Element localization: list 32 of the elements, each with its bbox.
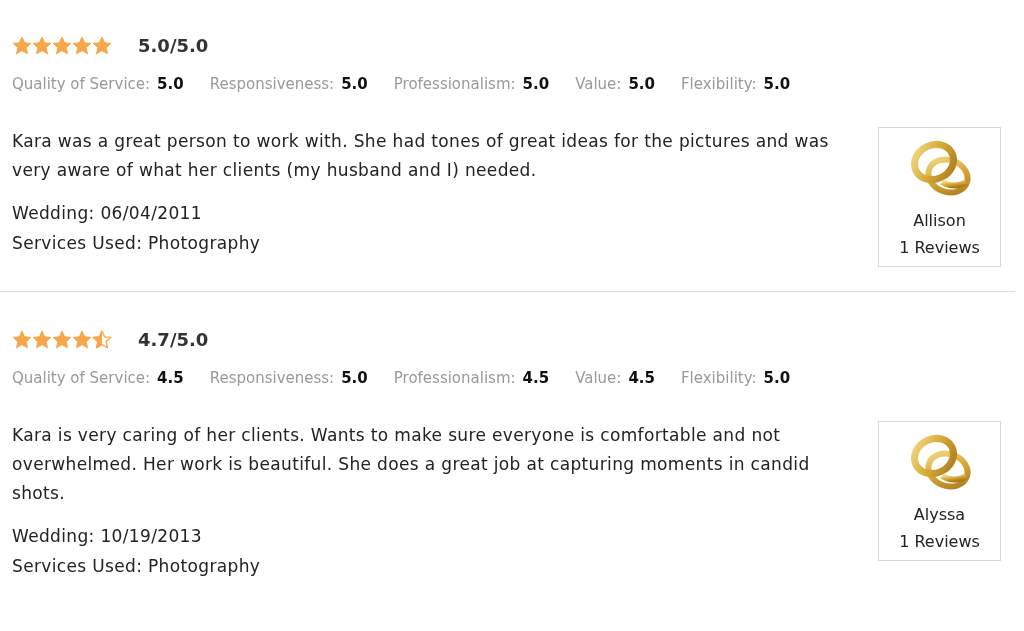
overall-score: 4.7/5.0 xyxy=(138,329,209,351)
rating-label: Quality of Service: xyxy=(12,74,151,94)
rating-label: Flexibility: xyxy=(680,368,757,388)
reviewer-name: Alyssa xyxy=(913,504,966,526)
rating-value: 5.0 xyxy=(522,74,550,94)
rating-value: 4.5 xyxy=(157,368,184,388)
rating-value: 4.5 xyxy=(628,368,655,388)
wedding-date: Wedding: 06/04/2011 xyxy=(12,202,203,225)
rating-label: Value: xyxy=(575,74,622,94)
reviewer-review-count: 1 Reviews xyxy=(899,531,980,553)
services-used: Services Used: Photography xyxy=(12,232,262,255)
rating-label: Value: xyxy=(575,368,622,388)
wedding-date: Wedding: 10/19/2013 xyxy=(12,525,203,548)
rating-label: Professionalism: xyxy=(393,368,516,388)
rating-value: 5.0 xyxy=(763,74,791,94)
review-text: Kara is very caring of her clients. Wants to make sure everyone is comfortable and not overwhelmed. Her work is beautiful. She does a great job at capturing moments in candid shots. xyxy=(12,424,811,505)
rating-label: Quality of Service: xyxy=(12,368,151,388)
rating-value: 5.0 xyxy=(628,74,655,94)
rating-value: 4.5 xyxy=(522,368,550,388)
reviewer-name: Allison xyxy=(913,210,966,232)
rating-label: Responsiveness: xyxy=(209,74,335,94)
rating-value: 5.0 xyxy=(763,368,791,388)
rating-value: 5.0 xyxy=(341,74,368,94)
rating-label: Professionalism: xyxy=(393,74,516,94)
rating-value: 5.0 xyxy=(157,74,184,94)
overall-score: 5.0/5.0 xyxy=(138,35,209,57)
review-text: Kara was a great person to work with. She had tones of great ideas for the pictures and was very aware of what her clients (my husband and I) needed. xyxy=(12,130,830,182)
rating-value: 5.0 xyxy=(341,368,368,388)
reviewer-review-count: 1 Reviews xyxy=(899,237,980,259)
rating-label: Flexibility: xyxy=(680,74,757,94)
services-used: Services Used: Photography xyxy=(12,555,262,578)
rating-label: Responsiveness: xyxy=(209,368,335,388)
